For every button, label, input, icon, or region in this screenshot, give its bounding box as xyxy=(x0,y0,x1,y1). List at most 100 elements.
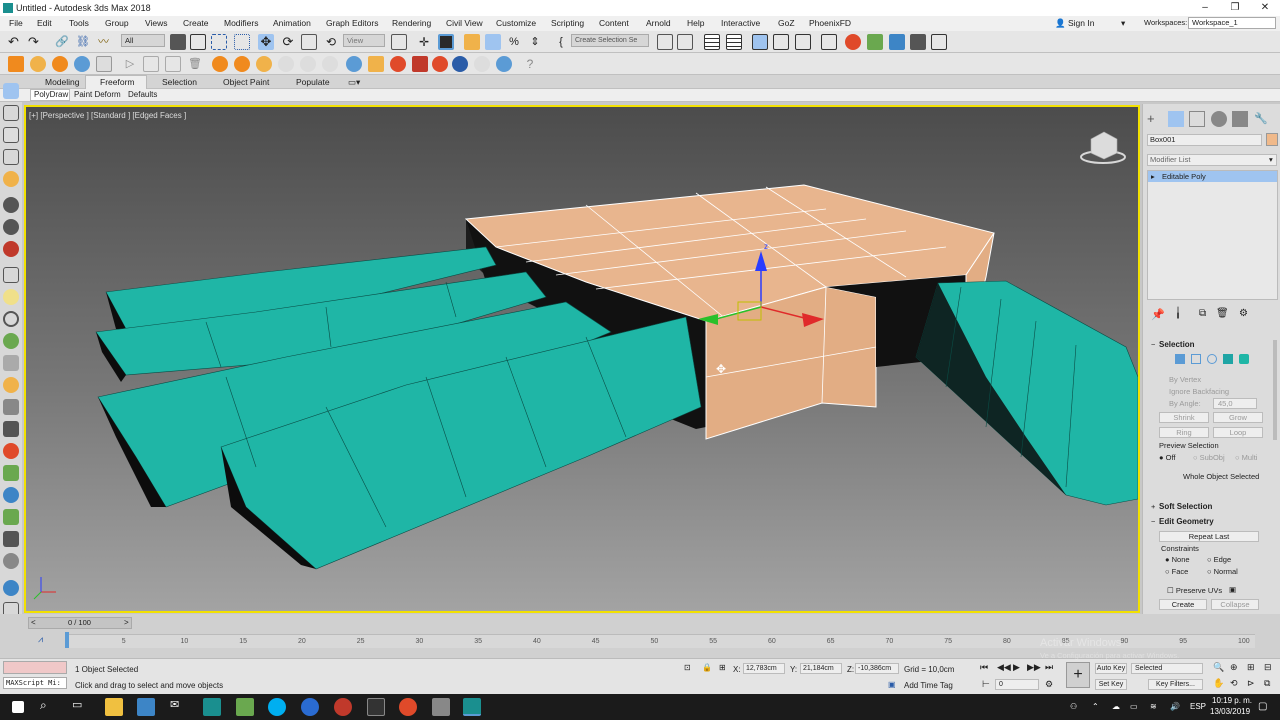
store-icon[interactable] xyxy=(137,698,155,716)
menu-phoenixfd[interactable]: PhoenixFD xyxy=(809,18,851,28)
goto-start-icon[interactable]: ⏮ xyxy=(980,662,988,673)
angle-value-field[interactable]: 45,0 xyxy=(1213,398,1257,409)
chevron-down-icon[interactable]: ▾ xyxy=(1121,18,1125,29)
camera-icon[interactable] xyxy=(3,197,19,213)
menu-goz[interactable]: GoZ xyxy=(778,18,795,28)
user-icon[interactable]: 👤 xyxy=(1055,18,1066,29)
zoom-all-icon[interactable]: ⊕ xyxy=(1230,662,1238,673)
3dsmax-taskbar-icon[interactable] xyxy=(463,698,481,716)
edit-named-sets-icon[interactable]: { xyxy=(553,34,569,50)
battery-icon[interactable]: ▭ xyxy=(1130,702,1138,711)
container-icon[interactable] xyxy=(8,56,24,72)
render-iterative-icon[interactable] xyxy=(931,34,947,50)
subtab-paint-deform[interactable]: Paint Deform xyxy=(74,90,121,99)
selection-rollout-title[interactable]: Selection xyxy=(1159,340,1195,349)
trash-icon[interactable]: 🗑 xyxy=(187,56,203,72)
menu-modifiers[interactable]: Modifiers xyxy=(224,18,258,28)
helper-icon[interactable] xyxy=(3,219,19,235)
by-vertex-checkbox[interactable]: By Vertex xyxy=(1169,375,1201,384)
keyboard-shortcut-icon[interactable] xyxy=(438,34,454,50)
render-setup-icon[interactable] xyxy=(867,34,883,50)
preview-multi-radio[interactable]: ○ Multi xyxy=(1235,453,1257,462)
world-icon[interactable] xyxy=(3,487,19,503)
rotate-icon[interactable]: ⟳ xyxy=(280,34,296,50)
perspective-viewport[interactable]: [+] [Perspective ] [Standard ] [Edged Fa… xyxy=(24,105,1140,613)
box-icon[interactable] xyxy=(3,105,19,121)
pin-icon[interactable]: 📌 xyxy=(1151,308,1165,321)
create-tab-icon[interactable]: + xyxy=(1147,111,1163,127)
time-prev-icon[interactable]: < xyxy=(31,618,36,627)
vray-icon-8[interactable] xyxy=(368,56,384,72)
zoom-extents-all-icon[interactable]: ⊟ xyxy=(1264,662,1272,673)
menu-customize[interactable]: Customize xyxy=(496,18,536,28)
vray-icon-5[interactable] xyxy=(300,56,316,72)
app-icon-2[interactable] xyxy=(334,698,352,716)
menu-arnold[interactable]: Arnold xyxy=(646,18,671,28)
vray-icon-9[interactable] xyxy=(390,56,406,72)
menu-scripting[interactable]: Scripting xyxy=(551,18,584,28)
maximize-viewport-icon[interactable]: ⧉ xyxy=(1264,678,1270,689)
vertex-icon[interactable] xyxy=(1175,354,1185,364)
y-coord-field[interactable]: 21,184cm xyxy=(800,663,842,674)
element-icon[interactable] xyxy=(1239,354,1249,364)
teapot-icon[interactable] xyxy=(3,333,19,349)
menu-help[interactable]: Help xyxy=(687,18,704,28)
render-production-icon[interactable] xyxy=(910,34,926,50)
menu-animation[interactable]: Animation xyxy=(273,18,311,28)
clock-time[interactable]: 10:19 p. m. xyxy=(1212,696,1252,705)
display-tab-icon[interactable] xyxy=(1232,111,1248,127)
create-button[interactable]: Create xyxy=(1159,599,1207,610)
dope-sheet-icon[interactable] xyxy=(795,34,811,50)
menu-edit[interactable]: Edit xyxy=(37,18,52,28)
task-view-icon[interactable]: ▭ xyxy=(72,698,90,716)
prev-frame-icon[interactable]: ◀◀ xyxy=(997,662,1011,673)
reference-coord-select[interactable]: View xyxy=(343,34,385,47)
constraint-none-radio[interactable]: ● None xyxy=(1165,555,1190,564)
soft-selection-rollout-title[interactable]: Soft Selection xyxy=(1159,502,1212,511)
scale-icon[interactable] xyxy=(301,34,317,50)
undo-icon[interactable]: ↶ xyxy=(8,34,24,50)
isolate-icon[interactable]: ⊡ xyxy=(684,663,691,672)
tab-populate[interactable]: Populate xyxy=(296,77,330,87)
align-icon[interactable] xyxy=(677,34,693,50)
app-icon-3[interactable] xyxy=(367,698,385,716)
maya-icon[interactable] xyxy=(203,698,221,716)
sphere-icon[interactable] xyxy=(3,289,19,305)
scene-explorer-icon[interactable] xyxy=(704,34,720,50)
key-set-select[interactable]: Selected xyxy=(1131,663,1203,674)
constraint-edge-radio[interactable]: ○ Edge xyxy=(1207,555,1231,564)
next-frame-icon[interactable]: ▶▶ xyxy=(1027,662,1041,673)
vray-icon-12[interactable] xyxy=(452,56,468,72)
light-icon[interactable] xyxy=(3,171,19,187)
clock-date[interactable]: 13/03/2019 xyxy=(1210,707,1250,716)
skype-icon[interactable] xyxy=(268,698,286,716)
expand-icon[interactable]: ▸ xyxy=(1151,171,1155,182)
border-icon[interactable] xyxy=(1207,354,1217,364)
minimize-button[interactable]: – xyxy=(1190,0,1220,16)
viewport-nav-icon[interactable] xyxy=(3,83,19,99)
ribbon-options-icon[interactable]: ▭▾ xyxy=(348,77,360,88)
vray-icon-10[interactable] xyxy=(412,56,428,72)
zoom-icon[interactable]: 🔍 xyxy=(1213,662,1224,673)
maximize-button[interactable]: ❐ xyxy=(1220,0,1250,16)
spinner-snap-icon[interactable]: ⇕ xyxy=(527,34,543,50)
bind-spacewarp-icon[interactable]: 〰 xyxy=(98,34,114,50)
subtab-polydraw[interactable]: PolyDraw xyxy=(34,90,68,99)
absolute-mode-icon[interactable]: ⊞ xyxy=(719,663,726,672)
selection-filter-select[interactable]: All xyxy=(121,34,165,47)
listener-pink-field[interactable] xyxy=(3,661,67,674)
language-indicator[interactable]: ESP xyxy=(1190,702,1206,711)
tree-icon[interactable] xyxy=(3,509,19,525)
rect-selection-icon[interactable] xyxy=(211,34,227,50)
mail-icon[interactable]: ✉ xyxy=(170,698,188,716)
preserve-uvs-settings-icon[interactable]: ▣ xyxy=(1229,585,1236,594)
search-icon[interactable]: ⌕ xyxy=(40,698,58,716)
layer-icon[interactable] xyxy=(3,127,19,143)
sky-icon[interactable] xyxy=(74,56,90,72)
manipulate-icon[interactable]: ✛ xyxy=(416,34,432,50)
move-icon[interactable]: ✥ xyxy=(258,34,274,50)
globe-icon[interactable] xyxy=(3,580,19,596)
app-icon-1[interactable] xyxy=(236,698,254,716)
remove-modifier-icon[interactable]: 🗑 xyxy=(1216,308,1229,319)
utilities-tab-icon[interactable]: 🔧 xyxy=(1253,111,1269,127)
